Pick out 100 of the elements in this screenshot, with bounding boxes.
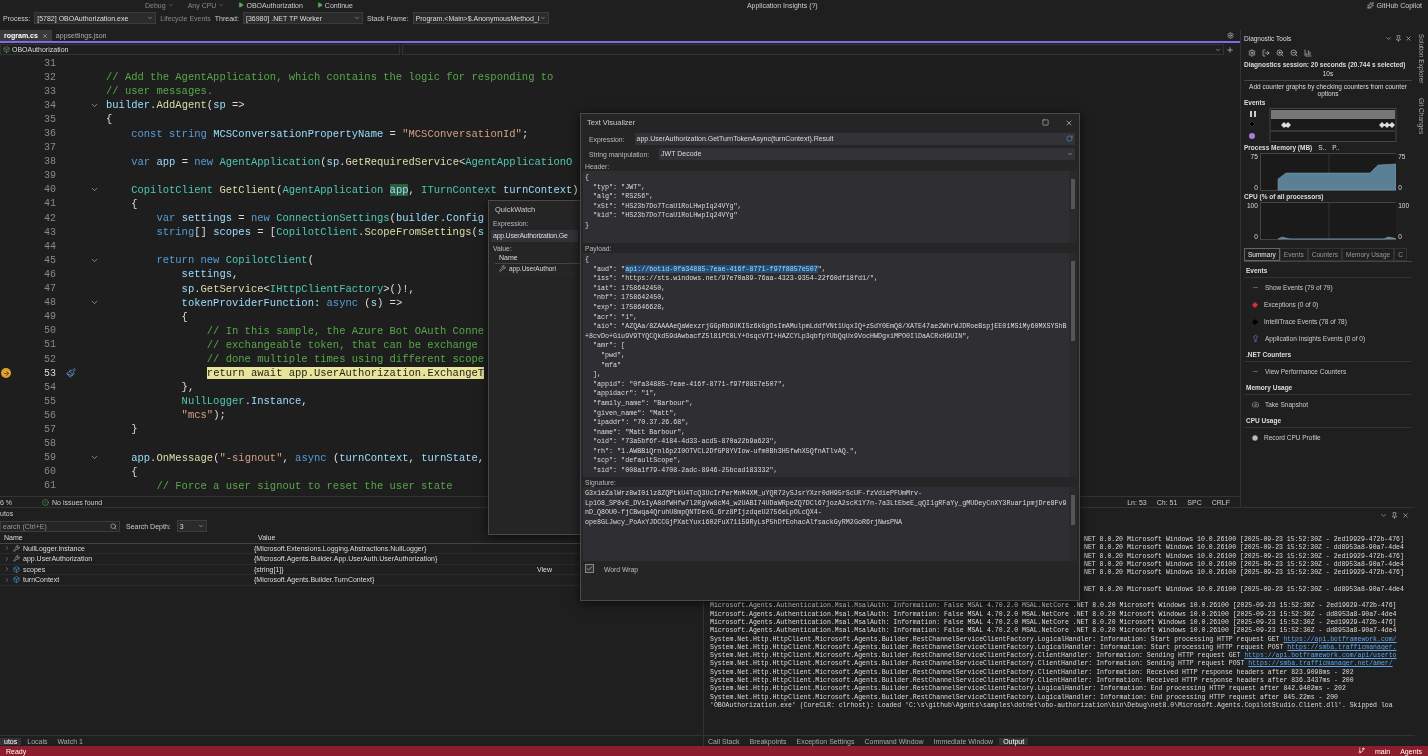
diamond-icon: [1252, 318, 1258, 325]
cube-icon: [13, 565, 20, 573]
cube-icon: [3, 46, 10, 53]
code-line: NullLogger.Instance,: [180, 395, 308, 408]
code-line: return await app.UserAuthorization.ExchangeT: [205, 367, 485, 380]
line-number: 38: [43, 156, 56, 168]
export-icon[interactable]: [1262, 48, 1270, 57]
line-number: 52: [43, 353, 56, 365]
dash-icon: [1252, 284, 1259, 291]
play-icon: [238, 2, 245, 8]
line-number: 49: [43, 311, 56, 323]
line-number: 34: [43, 99, 56, 111]
play-icon: [316, 2, 323, 8]
line-number: 41: [43, 198, 56, 210]
caret-icon: [218, 2, 225, 8]
code-line: // In this sample, the Azure Bot OAuth Conne: [205, 324, 485, 337]
close-icon[interactable]: [1405, 34, 1412, 42]
caret-icon: [197, 523, 204, 529]
code-line: app.OnMessage("-signout", async (turnContext, turnState,: [130, 451, 485, 464]
code-line: {: [180, 310, 188, 323]
line-number: 45: [43, 254, 56, 266]
caret-icon: [1215, 46, 1221, 53]
line-number: 40: [43, 184, 56, 196]
pin-icon[interactable]: [1391, 512, 1398, 519]
code-line: CopilotClient GetClient(AgentApplication app, ITurnContext turnContext): [130, 183, 579, 196]
caret-icon[interactable]: [1380, 512, 1387, 519]
check-circle-icon: [42, 498, 50, 506]
code-line: // done multiple times using different scope: [205, 353, 485, 365]
code-line: sp.GetService<IHttpClientFactory>()!,: [180, 282, 415, 295]
sparkle-icon: [1367, 1, 1375, 9]
zoom-out-icon[interactable]: [1290, 48, 1298, 57]
line-number: 55: [43, 395, 56, 407]
branch-icon: [1358, 747, 1365, 754]
code-line: // user messages.: [106, 85, 214, 98]
code-line: settings,: [180, 268, 239, 281]
chart-icon[interactable]: [1304, 48, 1312, 57]
cube-icon: [13, 576, 20, 584]
line-number: 60: [43, 466, 56, 478]
line-number: 35: [43, 113, 56, 125]
caret-icon[interactable]: [1385, 34, 1392, 42]
code-line: var app = new AgentApplication(sp.GetRequiredService<AgentApplicationO: [130, 155, 573, 168]
line-number: 57: [43, 424, 56, 435]
scrollbar[interactable]: [1069, 171, 1077, 243]
code-line: string[] scopes = [CopilotClient.ScopeFromSettings(s: [155, 226, 485, 239]
code-line: builder.AddAgent(sp =>: [106, 99, 245, 112]
close-icon[interactable]: [1065, 118, 1073, 127]
code-line: tokenProviderFunction: async (s) =>: [180, 296, 403, 309]
settings-icon[interactable]: [1227, 32, 1234, 39]
code-line: var settings = new ConnectionSettings(builder.Config: [155, 212, 485, 225]
scrollbar[interactable]: [1069, 487, 1077, 561]
camera-icon: [1252, 401, 1259, 408]
line-number: 54: [43, 381, 56, 393]
line-number: 59: [43, 452, 56, 464]
line-number: 53: [43, 367, 56, 379]
line-number: 44: [43, 240, 56, 252]
paintbrush-icon: [66, 368, 76, 379]
settings-icon[interactable]: [1248, 48, 1256, 57]
pin-icon[interactable]: [1395, 34, 1402, 42]
line-number: 51: [43, 339, 56, 351]
line-number: 48: [43, 297, 56, 309]
diamond-icon: [1252, 301, 1258, 308]
wrench-icon: [13, 555, 20, 563]
close-icon[interactable]: [1402, 512, 1409, 519]
code-line: // Force a user signout to reset the user state: [155, 479, 453, 492]
scrollbar[interactable]: [1069, 253, 1077, 477]
code-line: return new CopilotClient(: [155, 254, 314, 267]
wrench-icon: [499, 264, 506, 272]
code-line: {: [106, 113, 113, 126]
dot-icon: [1252, 434, 1258, 441]
code-line: },: [180, 381, 195, 394]
refresh-icon[interactable]: [1066, 135, 1073, 142]
code-line: "mcs");: [180, 409, 226, 422]
line-number: 47: [43, 283, 56, 295]
close-icon: [41, 32, 48, 39]
code-line: // exchangeable token, that can be exchange: [205, 338, 478, 351]
word-wrap-checkbox[interactable]: [585, 564, 594, 573]
line-number: 58: [43, 438, 56, 450]
caret-icon: [1067, 150, 1073, 157]
line-number: 42: [43, 212, 56, 224]
add-icon[interactable]: [1226, 45, 1234, 54]
caret-icon: [147, 15, 154, 21]
caret-icon: [539, 15, 546, 21]
dash-icon: [1252, 368, 1259, 375]
line-number: 37: [43, 142, 56, 154]
line-number: 33: [43, 85, 56, 97]
line-number: 50: [43, 325, 56, 337]
code-line: {: [130, 465, 138, 478]
line-number: 36: [43, 128, 56, 139]
search-icon: [110, 522, 117, 530]
code-line: const string MCSConversationPropertyName = "MCSConversationId";: [130, 127, 529, 140]
lightbulb-icon: [1252, 335, 1259, 342]
maximize-icon[interactable]: [1042, 118, 1049, 126]
wrench-icon: [13, 544, 20, 552]
line-number: 32: [43, 71, 56, 83]
code-line: // Add the AgentApplication, which contains the logic for responding to: [106, 71, 554, 84]
caret-icon: [353, 15, 360, 21]
zoom-in-icon[interactable]: [1276, 48, 1284, 57]
line-number: 43: [43, 226, 56, 238]
line-number: 39: [43, 170, 56, 182]
line-number: 31: [43, 57, 56, 69]
